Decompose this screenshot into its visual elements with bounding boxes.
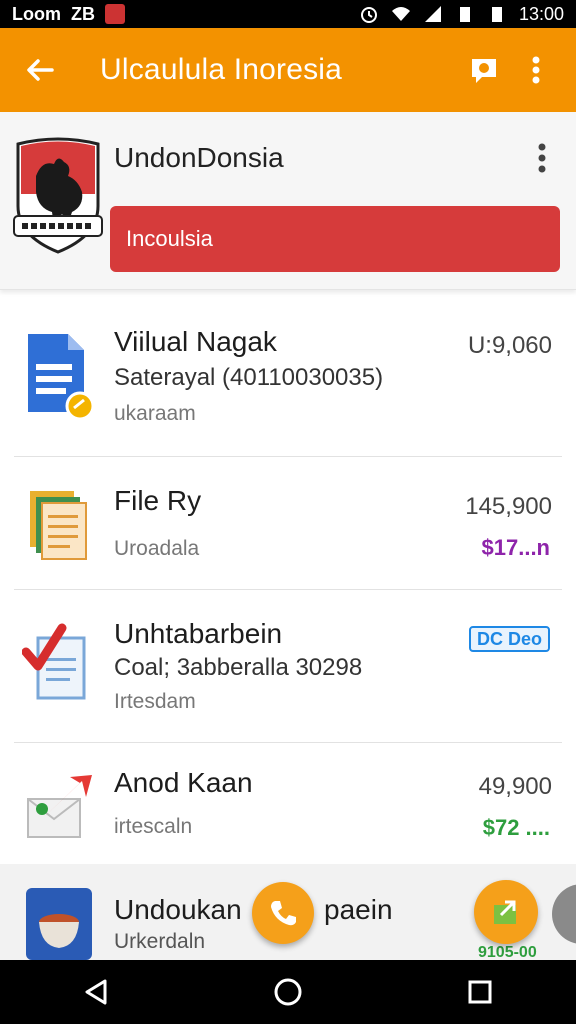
item-title: Unhtabarbein: [114, 618, 283, 649]
nav-home-button[interactable]: [258, 962, 318, 1022]
list-item[interactable]: File Ry Uroadala 145,900 $17...n: [0, 457, 576, 589]
item-value: 49,900: [478, 773, 552, 800]
item-meta: Urkerdaln: [114, 930, 206, 953]
item-meta: ukaraam: [114, 402, 196, 425]
item-badge: DC Deo: [468, 626, 550, 652]
chat-button[interactable]: [458, 44, 510, 96]
item-title-tail: paein: [324, 894, 393, 925]
status-left: Loom ZB: [12, 4, 125, 25]
item-subtitle: Coal; 3abberalla 30298: [114, 654, 363, 681]
mail-arrow-icon: [27, 775, 92, 838]
item-title: Undoukan: [114, 894, 242, 925]
back-triangle-icon: [85, 979, 107, 1005]
item-title: File Ry: [114, 485, 202, 516]
battery-icon: [491, 7, 502, 22]
item-meta: Uroadala: [114, 537, 200, 560]
status-bar: Loom ZB 13:00: [0, 0, 576, 28]
carrier-label: Loom: [12, 3, 61, 24]
phone-icon: [271, 901, 296, 926]
tea-cup-icon: [26, 888, 92, 960]
primary-action-button[interactable]: Incoulsia: [110, 206, 560, 272]
chat-icon: [472, 59, 496, 83]
more-vertical-icon[interactable]: [528, 140, 556, 176]
item-title: Anod Kaan: [114, 767, 253, 798]
item-meta: Irtesdam: [114, 690, 196, 713]
item-price: $72 ....: [482, 815, 550, 840]
files-icon: [30, 491, 87, 560]
status-time: 13:00: [518, 3, 564, 24]
rooster-crest-logo: [13, 137, 103, 254]
list-item[interactable]: Viilual Nagak Saterayal (40110030035) uk…: [0, 300, 576, 456]
item-value: 145,900: [465, 493, 552, 520]
checklist-icon: [22, 623, 86, 700]
item-subtitle: Saterayal (40110030035): [114, 364, 384, 391]
nav-back-button[interactable]: [66, 962, 126, 1022]
export-icon: [494, 900, 516, 924]
status-right: 13:00: [359, 4, 564, 25]
item-price: $17...n: [481, 535, 550, 560]
more-vertical-icon: [532, 56, 540, 84]
document-icon: [28, 334, 95, 420]
arrow-left-icon: [27, 59, 54, 81]
status-extra-label: ZB: [71, 3, 95, 24]
export-fab[interactable]: [474, 880, 538, 944]
list-item[interactable]: Unhtabarbein Coal; 3abberalla 30298 Irte…: [0, 590, 576, 742]
app-title: Ulcaulula Inoresia: [100, 53, 343, 86]
back-button[interactable]: [14, 44, 66, 96]
app-bar: Ulcaulula Inoresia: [0, 28, 576, 112]
home-circle-icon: [274, 978, 302, 1006]
profile-name: UndonDonsia: [114, 142, 284, 173]
profile-header: UndonDonsia Incoulsia: [0, 112, 576, 290]
battery-icon: [459, 7, 470, 22]
call-fab[interactable]: [252, 882, 314, 944]
alarm-icon: [360, 7, 377, 23]
item-title: Viilual Nagak: [114, 326, 277, 357]
overflow-menu-button[interactable]: [510, 44, 562, 96]
recents-square-icon: [468, 980, 492, 1004]
item-meta: irtescaln: [114, 815, 193, 838]
nav-recents-button[interactable]: [450, 962, 510, 1022]
flag-icon: [105, 4, 125, 24]
system-nav-bar: [0, 960, 576, 1024]
list-item[interactable]: Anod Kaan irtescaln 49,900 $72 ....: [0, 743, 576, 863]
signal-icon: [424, 6, 441, 22]
wifi-icon: [391, 7, 410, 21]
item-value: U:9,060: [467, 332, 552, 359]
